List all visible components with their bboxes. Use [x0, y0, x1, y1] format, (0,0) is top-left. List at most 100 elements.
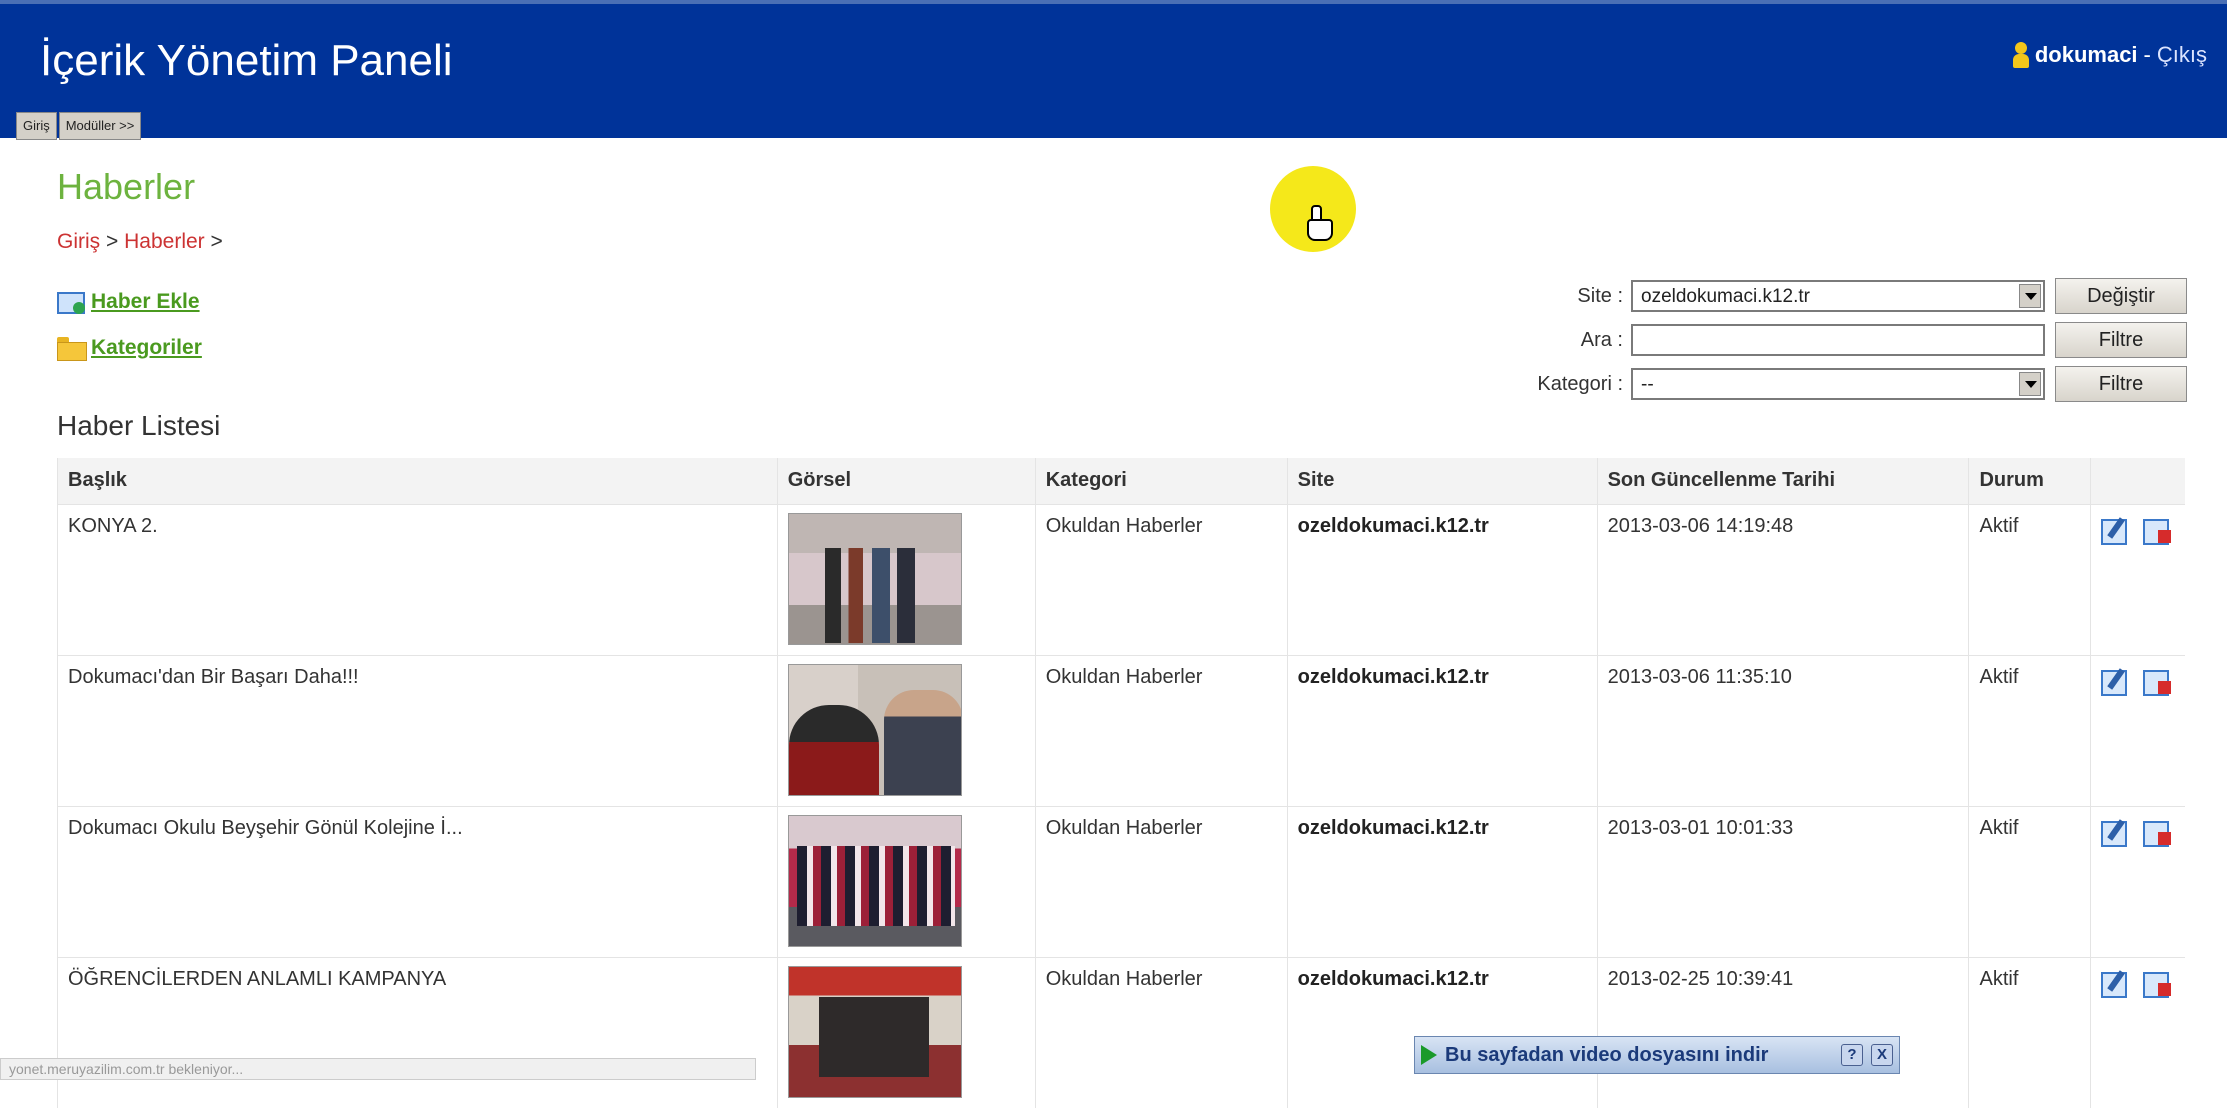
chevron-down-icon[interactable] — [2019, 284, 2041, 308]
edit-icon[interactable] — [2101, 970, 2129, 996]
change-site-button[interactable]: Değiştir — [2055, 278, 2187, 314]
column-header-updated[interactable]: Son Güncellenme Tarihi — [1597, 458, 1969, 504]
cell-title[interactable]: KONYA 2. — [58, 504, 778, 655]
filter-panel: Site : ozeldokumaci.k12.tr Değiştir Ara … — [1537, 278, 2187, 410]
cell-title[interactable]: ÖĞRENCİLERDEN ANLAMLI KAMPANYA — [58, 957, 778, 1108]
site-select[interactable]: ozeldokumaci.k12.tr — [1631, 280, 2045, 312]
hand-cursor-icon — [1307, 205, 1331, 239]
delete-icon[interactable] — [2143, 819, 2171, 845]
news-thumbnail[interactable] — [788, 664, 962, 796]
site-select-value: ozeldokumaci.k12.tr — [1641, 286, 1810, 307]
cell-status: Aktif — [1969, 957, 2091, 1108]
menu-tabs: Giriş Modüller >> — [16, 112, 141, 140]
cell-image — [777, 806, 1035, 957]
close-button[interactable]: X — [1871, 1044, 1893, 1066]
categories-link[interactable]: Kategoriler — [57, 336, 202, 360]
column-header-category[interactable]: Kategori — [1035, 458, 1287, 504]
delete-icon[interactable] — [2143, 517, 2171, 543]
cell-site: ozeldokumaci.k12.tr — [1287, 655, 1597, 806]
cell-category: Okuldan Haberler — [1035, 504, 1287, 655]
play-icon — [1421, 1045, 1437, 1065]
cell-actions — [2091, 806, 2185, 957]
news-thumbnail[interactable] — [788, 966, 962, 1098]
user-area: dokumaci - Çıkış — [2013, 42, 2207, 68]
top-header: İçerik Yönetim Paneli dokumaci - Çıkış G… — [0, 0, 2227, 138]
add-news-label: Haber Ekle — [91, 290, 200, 314]
menu-tab-home[interactable]: Giriş — [16, 112, 57, 140]
breadcrumb: Giriş > Haberler > — [57, 230, 223, 254]
folder-icon — [57, 337, 85, 359]
column-header-image[interactable]: Görsel — [777, 458, 1035, 504]
news-thumbnail[interactable] — [788, 513, 962, 645]
menu-tab-modules[interactable]: Modüller >> — [59, 112, 142, 140]
action-links: Haber Ekle Kategoriler — [57, 290, 202, 382]
user-icon — [2013, 42, 2029, 68]
column-header-actions — [2091, 458, 2185, 504]
search-filter-row: Ara : Filtre — [1537, 322, 2187, 358]
cell-updated: 2013-03-01 10:01:33 — [1597, 806, 1969, 957]
cell-category: Okuldan Haberler — [1035, 806, 1287, 957]
column-header-title[interactable]: Başlık — [58, 458, 778, 504]
cell-status: Aktif — [1969, 806, 2091, 957]
column-header-site[interactable]: Site — [1287, 458, 1597, 504]
category-label: Kategori : — [1537, 373, 1623, 396]
news-table: Başlık Görsel Kategori Site Son Güncelle… — [57, 458, 2185, 1108]
breadcrumb-home[interactable]: Giriş — [57, 230, 100, 253]
search-input[interactable] — [1631, 324, 2045, 356]
edit-icon[interactable] — [2101, 517, 2129, 543]
chevron-down-icon[interactable] — [2019, 372, 2041, 396]
search-filter-button[interactable]: Filtre — [2055, 322, 2187, 358]
column-header-status[interactable]: Durum — [1969, 458, 2091, 504]
cell-status: Aktif — [1969, 504, 2091, 655]
page-title: Haberler — [57, 166, 195, 208]
table-row: ÖĞRENCİLERDEN ANLAMLI KAMPANYA Okuldan H… — [58, 957, 2186, 1108]
edit-icon[interactable] — [2101, 819, 2129, 845]
video-download-bar[interactable]: Bu sayfadan video dosyasını indir ? X — [1414, 1036, 1900, 1074]
category-select-value: -- — [1641, 374, 1654, 395]
list-title: Haber Listesi — [57, 410, 220, 442]
cell-category: Okuldan Haberler — [1035, 655, 1287, 806]
app-title: İçerik Yönetim Paneli — [40, 36, 453, 86]
cell-actions — [2091, 655, 2185, 806]
categories-label: Kategoriler — [91, 336, 202, 360]
user-separator: - — [2144, 42, 2151, 68]
delete-icon[interactable] — [2143, 668, 2171, 694]
cell-title[interactable]: Dokumacı'dan Bir Başarı Daha!!! — [58, 655, 778, 806]
logout-link[interactable]: Çıkış — [2157, 42, 2207, 68]
cell-site: ozeldokumaci.k12.tr — [1287, 957, 1597, 1108]
site-filter-row: Site : ozeldokumaci.k12.tr Değiştir — [1537, 278, 2187, 314]
delete-icon[interactable] — [2143, 970, 2171, 996]
category-filter-button[interactable]: Filtre — [2055, 366, 2187, 402]
cell-image — [777, 504, 1035, 655]
search-label: Ara : — [1581, 329, 1623, 352]
cell-updated: 2013-03-06 14:19:48 — [1597, 504, 1969, 655]
cell-updated: 2013-02-25 10:39:41 — [1597, 957, 1969, 1108]
breadcrumb-separator: > — [211, 230, 223, 253]
cell-site: ozeldokumaci.k12.tr — [1287, 504, 1597, 655]
table-row: Dokumacı Okulu Beyşehir Gönül Kolejine İ… — [58, 806, 2186, 957]
cell-site: ozeldokumaci.k12.tr — [1287, 806, 1597, 957]
cell-updated: 2013-03-06 11:35:10 — [1597, 655, 1969, 806]
news-thumbnail[interactable] — [788, 815, 962, 947]
help-button[interactable]: ? — [1841, 1044, 1863, 1066]
breadcrumb-news[interactable]: Haberler — [124, 230, 205, 253]
category-filter-row: Kategori : -- Filtre — [1537, 366, 2187, 402]
browser-status-bar: yonet.meruyazilim.com.tr bekleniyor... — [0, 1058, 756, 1080]
add-news-icon — [57, 290, 85, 314]
table-row: KONYA 2. Okuldan Haberler ozeldokumaci.k… — [58, 504, 2186, 655]
cell-actions — [2091, 504, 2185, 655]
breadcrumb-separator: > — [106, 230, 118, 253]
cell-status: Aktif — [1969, 655, 2091, 806]
cell-title[interactable]: Dokumacı Okulu Beyşehir Gönül Kolejine İ… — [58, 806, 778, 957]
site-label: Site : — [1577, 285, 1623, 308]
cell-actions — [2091, 957, 2185, 1108]
video-download-label[interactable]: Bu sayfadan video dosyasını indir — [1445, 1044, 1833, 1067]
table-row: Dokumacı'dan Bir Başarı Daha!!! Okuldan … — [58, 655, 2186, 806]
edit-icon[interactable] — [2101, 668, 2129, 694]
username: dokumaci — [2035, 42, 2138, 68]
cell-category: Okuldan Haberler — [1035, 957, 1287, 1108]
category-select[interactable]: -- — [1631, 368, 2045, 400]
cell-image — [777, 957, 1035, 1108]
table-header-row: Başlık Görsel Kategori Site Son Güncelle… — [58, 458, 2186, 504]
add-news-link[interactable]: Haber Ekle — [57, 290, 202, 314]
